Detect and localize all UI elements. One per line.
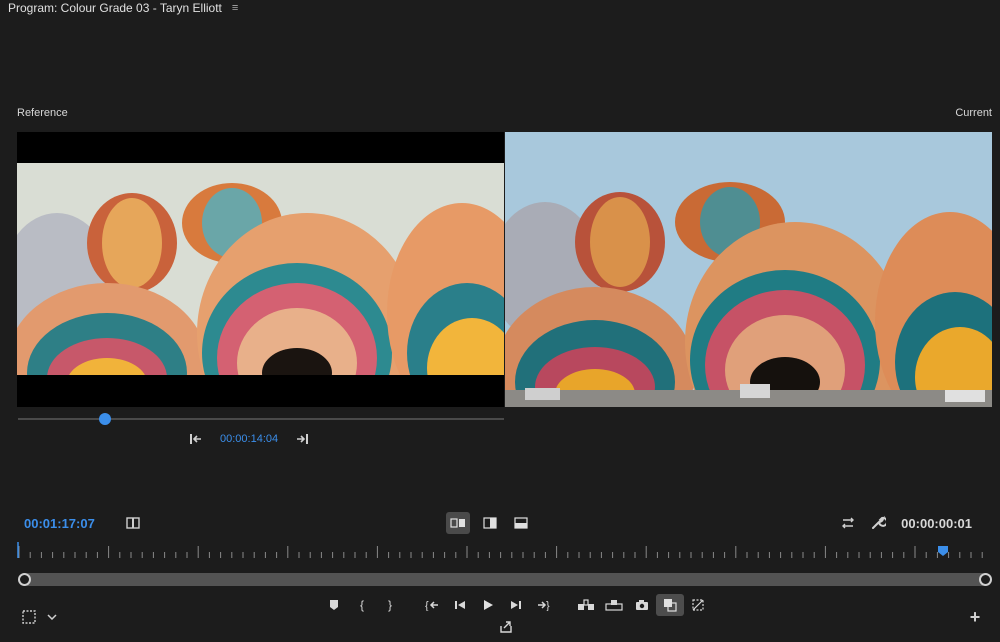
playhead-marker[interactable] xyxy=(938,546,948,556)
time-ruler[interactable] xyxy=(17,540,987,562)
comparison-view-icon[interactable] xyxy=(656,594,684,616)
go-to-out-icon[interactable]: } xyxy=(530,594,558,616)
playhead-timecode[interactable]: 00:01:17:07 xyxy=(24,516,95,531)
step-back-icon[interactable] xyxy=(446,594,474,616)
step-forward-icon[interactable] xyxy=(502,594,530,616)
swap-sides-icon[interactable] xyxy=(838,515,858,531)
chevron-down-icon[interactable] xyxy=(44,610,60,624)
shot-comparison-icon[interactable] xyxy=(124,515,142,531)
reference-navigation: 00:00:14:04 xyxy=(186,430,312,448)
reference-scrubber[interactable] xyxy=(18,413,504,425)
split-vertical-icon[interactable] xyxy=(479,512,501,534)
transport-controls: { } { } xyxy=(320,594,712,616)
panel-title-bar: Program: Colour Grade 03 - Taryn Elliott… xyxy=(0,0,1000,16)
duration-timecode[interactable]: 00:00:00:01 xyxy=(901,516,972,531)
play-icon[interactable] xyxy=(474,594,502,616)
mark-out-icon[interactable]: } xyxy=(376,594,404,616)
marker-icon[interactable] xyxy=(320,594,348,616)
go-to-in-icon[interactable]: { xyxy=(418,594,446,616)
safe-margins-icon[interactable] xyxy=(20,608,38,626)
reference-viewer[interactable] xyxy=(17,132,504,407)
zoom-start-handle[interactable] xyxy=(18,573,31,586)
side-by-side-icon[interactable] xyxy=(446,512,470,534)
current-viewer[interactable] xyxy=(505,132,992,407)
reference-scrubber-handle[interactable] xyxy=(99,413,112,425)
proxy-toggle-icon[interactable] xyxy=(684,594,712,616)
current-label: Current xyxy=(955,107,992,119)
overwrite-icon[interactable] xyxy=(600,594,628,616)
zoom-scroll-bar[interactable] xyxy=(18,573,992,586)
insert-icon[interactable] xyxy=(572,594,600,616)
reference-frame-image xyxy=(17,132,504,407)
zoom-end-handle[interactable] xyxy=(979,573,992,586)
reference-previous-edit-icon[interactable] xyxy=(186,430,206,448)
hamburger-icon[interactable]: ≡ xyxy=(232,2,238,14)
panel-title: Program: Colour Grade 03 - Taryn Elliott xyxy=(8,1,222,15)
reference-next-edit-icon[interactable] xyxy=(292,430,312,448)
export-frame-icon[interactable] xyxy=(628,594,656,616)
mark-in-icon[interactable]: { xyxy=(348,594,376,616)
export-icon[interactable] xyxy=(496,618,516,636)
add-button-icon[interactable]: + xyxy=(966,607,984,627)
split-horizontal-icon[interactable] xyxy=(510,512,532,534)
wrench-icon[interactable] xyxy=(868,514,888,532)
svg-text:}: } xyxy=(546,600,550,611)
reference-label: Reference xyxy=(17,107,68,119)
current-frame-image xyxy=(505,132,992,407)
svg-text:{: { xyxy=(425,600,429,611)
reference-timecode[interactable]: 00:00:14:04 xyxy=(220,433,278,445)
